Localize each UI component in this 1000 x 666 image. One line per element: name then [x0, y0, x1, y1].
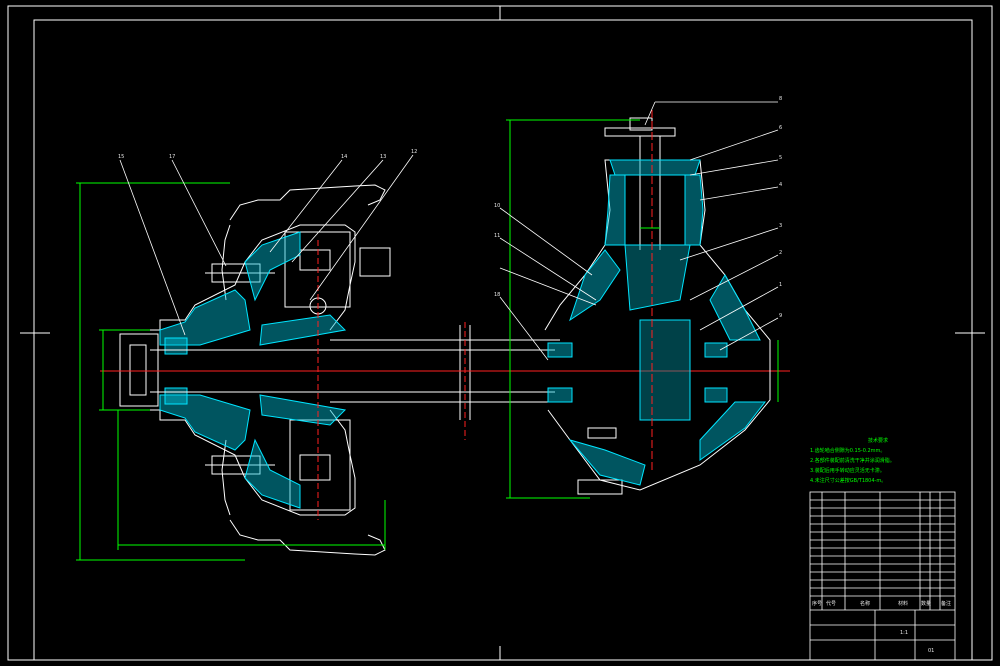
balloon-2: 2	[779, 250, 783, 256]
balloon-10: 10	[494, 203, 501, 209]
balloon-13: 13	[380, 154, 387, 160]
tb-header-qty: 数量	[921, 601, 932, 607]
balloon-3: 3	[779, 223, 783, 229]
balloon-11: 11	[494, 233, 501, 239]
balloon-12: 12	[411, 149, 418, 155]
balloon-9: 9	[779, 313, 783, 319]
technical-note-line: 4.未注尺寸公差按GB/T1804-m。	[810, 478, 887, 484]
balloon-15: 15	[118, 154, 125, 160]
balloon-1: 1	[779, 282, 783, 288]
outer-frame	[7, 5, 993, 661]
title-block	[809, 491, 956, 661]
technical-notes-title: 技术要求	[868, 438, 889, 444]
technical-note-line: 2.各部件装配前清洗干净并涂润滑脂。	[810, 458, 895, 464]
tb-header-code: 代号	[826, 601, 837, 607]
balloon-14: 14	[341, 154, 348, 160]
balloon-4: 4	[779, 182, 783, 188]
tb-header-note: 备注	[941, 601, 952, 607]
tb-header-name: 名称	[860, 601, 871, 607]
technical-note-line: 1.齿轮啮合侧隙为0.15-0.2mm。	[810, 448, 886, 454]
balloon-18: 18	[494, 292, 501, 298]
right-section-hatch	[547, 159, 767, 486]
left-assembly	[119, 184, 391, 556]
balloon-6: 6	[779, 125, 783, 131]
tb-header-material: 材料	[898, 601, 909, 607]
technical-notes: 技术要求 1.齿轮啮合侧隙为0.15-0.2mm。 2.各部件装配前清洗干净并涂…	[810, 438, 895, 486]
technical-note-line: 3.装配后用手转动应灵活无卡滞。	[810, 468, 885, 474]
left-section-hatch	[159, 231, 347, 509]
drawing-scale: 1:1	[900, 630, 909, 636]
cad-drawing	[7, 5, 993, 661]
drawing-number: 01	[928, 648, 935, 654]
balloon-17: 17	[169, 154, 176, 160]
balloon-5: 5	[779, 155, 783, 161]
balloon-8: 8	[779, 96, 783, 102]
tb-header-seq: 序号	[812, 601, 823, 607]
